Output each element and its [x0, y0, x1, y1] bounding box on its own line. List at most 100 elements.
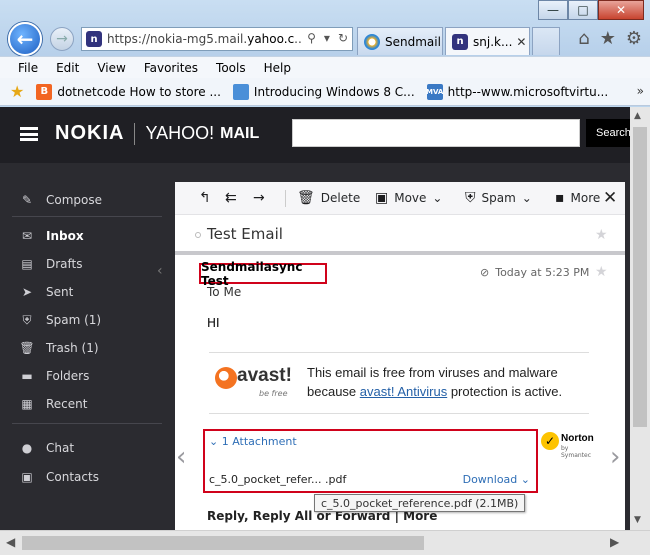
vertical-scroll-thumb[interactable]	[633, 127, 647, 427]
menu-file[interactable]: File	[18, 61, 38, 75]
dropdown-icon[interactable]: ▾	[324, 31, 330, 45]
download-button[interactable]: Download ⌄	[463, 473, 530, 486]
sidebar-item-folders[interactable]: ▬ Folders	[20, 369, 89, 383]
ie-icon	[364, 33, 380, 50]
menu-help[interactable]: Help	[264, 61, 291, 75]
tab-yahoo-mail[interactable]: n snj.k... ✕	[445, 27, 530, 55]
logo-nokia: NOKIA	[55, 122, 125, 144]
attachment-toggle[interactable]: ⌄ 1 Attachment	[209, 435, 297, 448]
avast-antivirus-link[interactable]: avast! Antivirus	[360, 384, 447, 399]
sent-icon: ➤	[21, 285, 33, 299]
collapse-sidebar-icon[interactable]: ‹	[157, 263, 163, 279]
mail-search-input[interactable]	[292, 119, 580, 147]
menu-view[interactable]: View	[97, 61, 125, 75]
sidebar-item-sent[interactable]: ➤ Sent	[20, 285, 73, 299]
gear-icon[interactable]: ⚙	[626, 28, 642, 49]
scroll-right-icon[interactable]: ▶	[610, 535, 619, 549]
tab-sendmail[interactable]: Sendmail...	[357, 27, 443, 55]
avast-logo[interactable]: avast! be free	[215, 365, 295, 401]
scroll-down-icon[interactable]: ▼	[634, 515, 641, 525]
delete-button[interactable]: 🗑 Delete	[297, 190, 360, 206]
message-recipients: To Me	[207, 285, 241, 299]
norton-badge[interactable]: ✓ Norton by Symantec	[541, 432, 597, 462]
reply-button[interactable]: ↰	[199, 190, 211, 206]
back-button[interactable]: ←	[8, 22, 42, 56]
nokia-yahoo-mail-logo[interactable]: NOKIA YAHOO! MAIL	[55, 122, 259, 145]
address-prefix: https://nokia-mg5.mail.	[107, 32, 248, 46]
next-message-icon[interactable]: ›	[610, 442, 620, 472]
favorites-bar: ★ B dotnetcode How to store ... Introduc…	[0, 78, 650, 106]
sidebar-divider	[12, 216, 162, 217]
chat-icon: ●	[21, 441, 33, 455]
forward-button[interactable]: →	[253, 190, 265, 206]
favorite-dotnetcode[interactable]: B dotnetcode How to store ...	[36, 83, 221, 100]
spam-button[interactable]: ⛨ Spam ⌄	[465, 190, 532, 206]
sidebar-item-drafts[interactable]: ▤ Drafts	[20, 257, 82, 271]
favorites-overflow-icon[interactable]: »	[637, 84, 644, 98]
favorites-star-icon[interactable]: ★	[600, 28, 616, 49]
compose-button[interactable]: ✎ Compose	[20, 193, 102, 207]
chevron-down-icon: ⌄	[520, 473, 530, 486]
previous-message-icon[interactable]: ‹	[176, 442, 186, 472]
sidebar-item-contacts[interactable]: ▣ Contacts	[20, 470, 99, 484]
avast-line2: because avast! Antivirus protection is a…	[307, 382, 562, 401]
favorite-mva[interactable]: MVA http--www.microsoftvirtu...	[426, 83, 608, 100]
sidebar-item-label: Trash (1)	[46, 341, 99, 355]
sidebar-item-recent[interactable]: ▦ Recent	[20, 397, 87, 411]
favorite-label: dotnetcode How to store ...	[57, 84, 221, 99]
vertical-scrollbar[interactable]: ▲ ▼	[630, 107, 650, 530]
to-value[interactable]: Me	[223, 285, 241, 299]
sidebar-item-trash[interactable]: 🗑 Trash (1)	[19, 341, 99, 355]
address-bar[interactable]: n https://nokia-mg5.mail. yahoo.c... ⚲ ▾ …	[81, 27, 353, 51]
message-subject: Test Email	[207, 225, 283, 243]
logo-divider	[134, 122, 136, 145]
home-icon[interactable]: ⌂	[578, 28, 589, 49]
compose-label: Compose	[46, 193, 103, 207]
forward-button[interactable]: →	[50, 27, 74, 51]
mail-page: NOKIA YAHOO! MAIL Search ✎ Compose ‹ ✉ I…	[0, 107, 630, 530]
yahoo-favicon-icon: n	[86, 31, 102, 47]
reply-all-button[interactable]: ⇇	[225, 190, 237, 206]
sidebar-item-inbox[interactable]: ✉ Inbox	[20, 229, 84, 243]
message-sender[interactable]: Sendmailasync Test	[199, 260, 327, 288]
spam-shield-icon: ⛨	[465, 190, 476, 206]
refresh-icon[interactable]: ↻	[338, 31, 348, 45]
browser-toolbar-icons: ⌂ ★ ⚙	[578, 28, 642, 49]
reply-all-icon: ⇇	[225, 190, 237, 206]
menu-hamburger-icon[interactable]	[20, 127, 38, 141]
scroll-up-icon[interactable]: ▲	[634, 111, 641, 121]
search-button[interactable]: Search	[586, 119, 630, 147]
star-icon[interactable]: ★	[595, 264, 608, 280]
sidebar-item-spam[interactable]: ⛨ Spam (1)	[20, 313, 101, 328]
new-tab-button[interactable]	[532, 27, 560, 55]
menu-tools[interactable]: Tools	[216, 61, 246, 75]
horizontal-scrollbar[interactable]: ◀ ▶	[0, 530, 650, 555]
sidebar-item-label: Chat	[46, 441, 75, 455]
menu-edit[interactable]: Edit	[56, 61, 79, 75]
menu-favorites[interactable]: Favorites	[144, 61, 198, 75]
close-window-button[interactable]: ✕	[598, 0, 644, 20]
sidebar-item-label: Folders	[46, 369, 90, 383]
avast-ball-icon	[215, 367, 237, 389]
star-icon[interactable]: ★	[595, 227, 608, 243]
attachment-filename[interactable]: c_5.0_pocket_refer... .pdf	[209, 473, 346, 486]
close-tab-icon[interactable]: ✕	[516, 35, 526, 49]
scroll-left-icon[interactable]: ◀	[6, 535, 15, 549]
more-button[interactable]: ▪ More	[555, 190, 600, 206]
move-button[interactable]: ▣ Move ⌄	[375, 190, 442, 206]
unread-dot-icon[interactable]	[195, 232, 201, 238]
maximize-button[interactable]: □	[568, 0, 598, 20]
toolbar-divider	[285, 190, 286, 207]
favorites-add-icon[interactable]: ★	[10, 82, 24, 101]
search-icon[interactable]: ⚲	[307, 31, 316, 45]
trash-icon: 🗑	[19, 341, 35, 355]
close-message-icon[interactable]: ✕	[603, 188, 617, 208]
favorite-windows8[interactable]: Introducing Windows 8 C...	[232, 83, 415, 100]
mail-sidebar: ✎ Compose ‹ ✉ Inbox ▤ Drafts ➤ Sent ⛨ Sp…	[0, 163, 175, 530]
window-controls: — □ ✕	[538, 0, 644, 20]
sidebar-item-chat[interactable]: ● Chat	[20, 441, 74, 455]
horizontal-scroll-thumb[interactable]	[22, 536, 424, 550]
mva-icon: MVA	[426, 83, 443, 100]
minimize-button[interactable]: —	[538, 0, 568, 20]
norton-sub: by Symantec	[561, 445, 592, 459]
